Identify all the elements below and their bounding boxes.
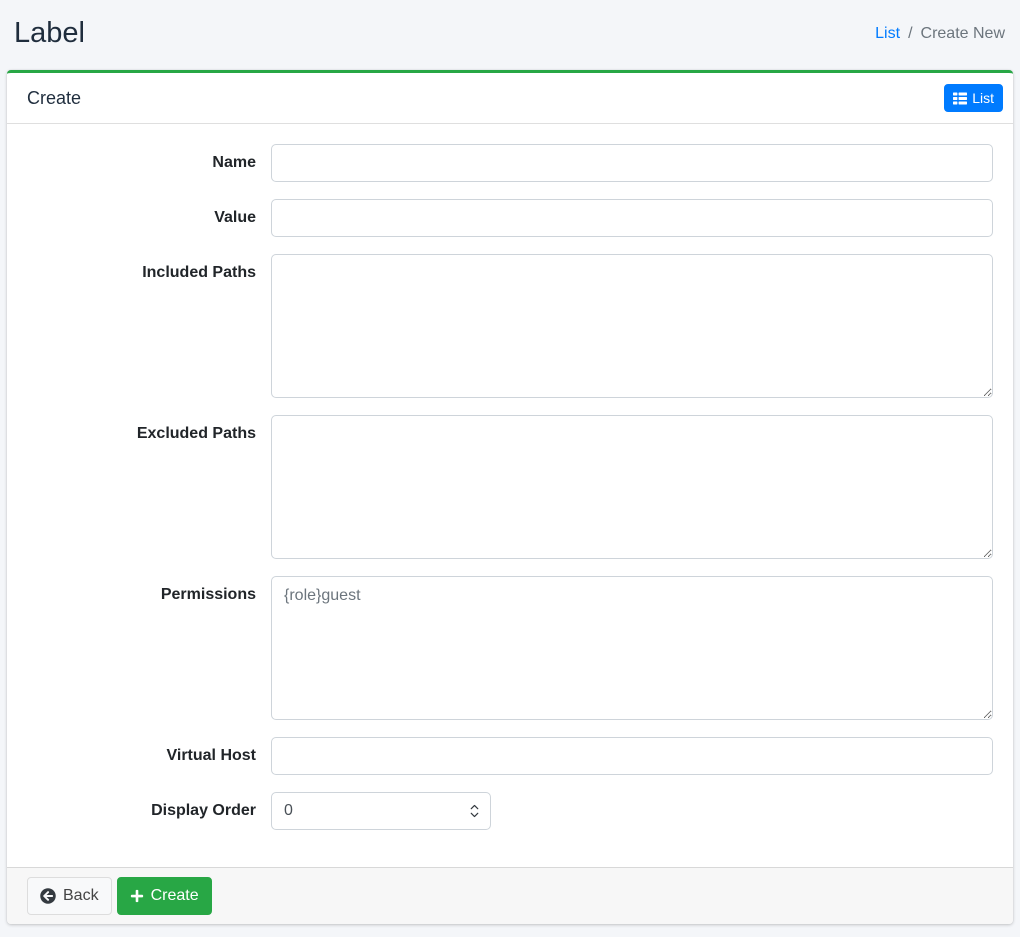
card-header: Create List — [7, 73, 1013, 125]
permissions-textarea[interactable] — [271, 576, 993, 721]
breadcrumb-separator: / — [908, 24, 913, 42]
virtual-host-label: Virtual Host — [166, 747, 257, 765]
card-body: Name Value Included Paths Excluded Paths — [7, 124, 1013, 867]
form-group-name: Name — [27, 144, 993, 183]
value-input[interactable] — [271, 199, 993, 238]
form-group-included-paths: Included Paths — [27, 254, 993, 399]
card-title: Create — [27, 87, 82, 108]
chevron-up-icon[interactable] — [470, 804, 479, 810]
included-paths-textarea[interactable] — [271, 254, 993, 399]
list-button[interactable]: List — [944, 84, 1003, 113]
create-card: Create List Name Value Included Paths Ex… — [7, 70, 1013, 925]
create-button-label: Create — [150, 887, 199, 905]
form-group-display-order: Display Order — [27, 792, 993, 831]
chevron-down-icon[interactable] — [470, 812, 479, 818]
arrow-circle-left-icon — [40, 888, 56, 904]
back-button[interactable]: Back — [27, 877, 112, 916]
form-group-value: Value — [27, 199, 993, 238]
display-order-input[interactable] — [271, 792, 491, 831]
form-group-virtual-host: Virtual Host — [27, 737, 993, 776]
form-group-excluded-paths: Excluded Paths — [27, 415, 993, 560]
card-footer: Back Create — [7, 867, 1013, 925]
breadcrumb-link-list[interactable]: List — [875, 25, 900, 43]
name-input[interactable] — [271, 144, 993, 183]
form-group-permissions: Permissions — [27, 576, 993, 721]
included-paths-label: Included Paths — [142, 264, 256, 282]
th-list-icon — [953, 92, 968, 105]
breadcrumb-current: Create New — [920, 24, 1005, 42]
permissions-label: Permissions — [160, 586, 256, 604]
breadcrumb: List / Create New — [875, 25, 1005, 43]
create-button[interactable]: Create — [116, 877, 212, 916]
number-spinner[interactable] — [470, 804, 479, 818]
excluded-paths-textarea[interactable] — [271, 415, 993, 560]
display-order-field — [271, 792, 491, 831]
virtual-host-input[interactable] — [271, 737, 993, 776]
plus-icon — [130, 889, 144, 903]
page: Label List / Create New Create List Name… — [0, 0, 1020, 925]
excluded-paths-label: Excluded Paths — [136, 425, 256, 443]
value-label: Value — [214, 209, 256, 227]
page-title: Label — [14, 17, 85, 49]
list-button-label: List — [972, 90, 994, 106]
content-header: Label List / Create New — [0, 0, 1020, 70]
display-order-label: Display Order — [151, 802, 256, 820]
name-label: Name — [212, 154, 256, 172]
back-button-label: Back — [63, 887, 99, 905]
